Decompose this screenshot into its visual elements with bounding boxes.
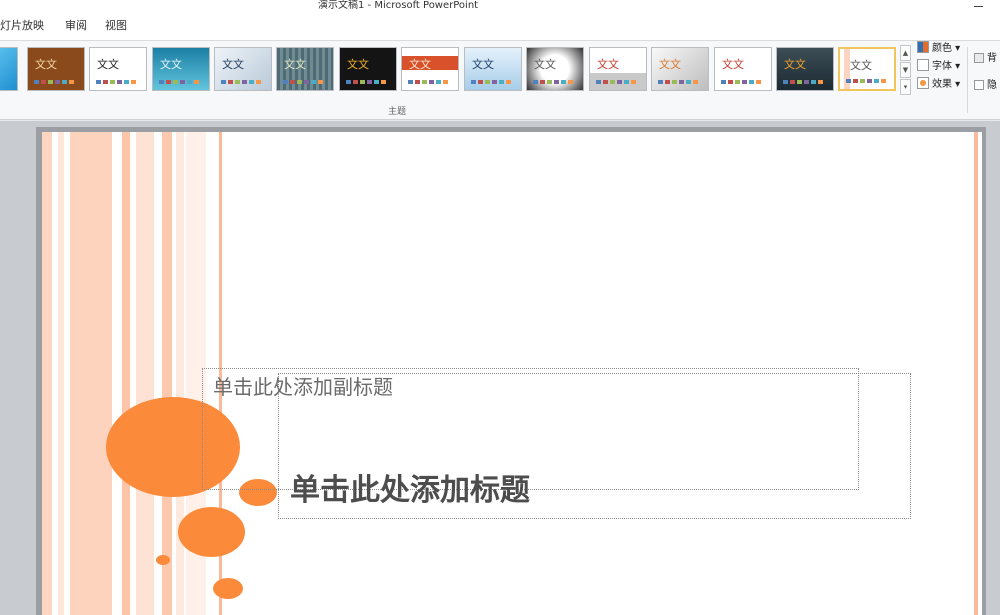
ribbon-tab-bar: 灯片放映 审阅 视图 [0, 14, 1000, 40]
theme-thumbnail[interactable]: 文文 [152, 47, 210, 91]
ribbon: 文文 文文 文文 文文 文文 文文 文文 文文 文文 文文 文文 文文 文文 文… [0, 40, 1000, 120]
theme-thumbnail[interactable]: 文文 [27, 47, 85, 91]
color-swatches [283, 80, 323, 84]
theme-thumbnail[interactable]: 文文 [214, 47, 272, 91]
theme-effects-button[interactable]: 效果 ▾ [917, 77, 960, 93]
title-placeholder[interactable]: 单击此处添加标题 [290, 473, 530, 509]
title-bar: 演示文稿1 - Microsoft PowerPoint [0, 0, 1000, 14]
themes-group-label: 主题 [388, 107, 407, 117]
color-swatches [471, 80, 511, 84]
slide-canvas[interactable]: 单击此处添加副标题 单击此处添加标题 [42, 132, 982, 615]
theme-thumbnail[interactable]: 文文 [339, 47, 397, 91]
color-swatches [783, 80, 823, 84]
gallery-down-arrow-icon[interactable]: ▼ [900, 62, 911, 78]
background-icon [974, 53, 984, 63]
theme-thumbnail[interactable]: 文文 [464, 47, 522, 91]
decorative-stripe [42, 132, 52, 615]
gallery-up-arrow-icon[interactable]: ▲ [900, 45, 911, 61]
theme-fonts-button[interactable]: 字体 ▾ [917, 59, 960, 75]
theme-thumbnail[interactable]: 文文 [526, 47, 584, 91]
tab-slideshow[interactable]: 灯片放映 [0, 19, 44, 33]
color-swatches [96, 80, 136, 84]
color-swatches [721, 80, 761, 84]
theme-thumbnail[interactable]: 文文 [714, 47, 772, 91]
decorative-stripe [974, 132, 978, 615]
color-swatches [658, 80, 698, 84]
color-swatches [596, 80, 636, 84]
background-styles-button[interactable]: 背 [974, 51, 997, 67]
minimize-button[interactable] [972, 0, 986, 12]
checkbox-icon [974, 80, 984, 90]
color-swatches [34, 80, 74, 84]
theme-thumbnail[interactable]: 文文 [651, 47, 709, 91]
color-swatches [533, 80, 573, 84]
theme-thumbnail[interactable] [0, 47, 18, 91]
theme-thumbnail[interactable]: 文文 [276, 47, 334, 91]
gallery-more-icon[interactable]: ▾ [900, 79, 911, 95]
theme-colors-button[interactable]: 颜色 ▾ [917, 41, 960, 57]
gallery-scroll: ▲ ▼ ▾ [900, 45, 911, 97]
window-title: 演示文稿1 - Microsoft PowerPoint [318, 0, 479, 11]
decorative-circle [156, 555, 170, 565]
title-text-area[interactable]: 单击此处添加标题 [278, 373, 911, 519]
group-separator [967, 47, 968, 113]
color-swatches [408, 80, 448, 84]
powerpoint-window: 演示文稿1 - Microsoft PowerPoint 灯片放映 审阅 视图 … [0, 0, 1000, 615]
decorative-stripe [136, 132, 154, 615]
decorative-stripe [58, 132, 64, 615]
hide-background-checkbox[interactable]: 隐 [974, 78, 997, 94]
tab-review[interactable]: 审阅 [65, 19, 87, 33]
tab-view[interactable]: 视图 [105, 19, 127, 33]
decorative-circle [178, 507, 245, 557]
theme-thumbnail[interactable]: 文文 [589, 47, 647, 91]
theme-thumbnail-selected[interactable]: 文文 [838, 47, 896, 91]
theme-thumbnail[interactable]: 文文 [401, 47, 459, 91]
color-swatches [221, 80, 261, 84]
decorative-stripe [70, 132, 112, 615]
colors-icon [917, 41, 929, 53]
fonts-icon [917, 59, 929, 71]
color-swatches [846, 79, 886, 83]
decorative-stripe [122, 132, 130, 615]
theme-thumbnail[interactable]: 文文 [89, 47, 147, 91]
decorative-circle [213, 578, 243, 599]
decorative-stripe [162, 132, 172, 615]
theme-thumbnail[interactable]: 文文 [776, 47, 834, 91]
color-swatches [159, 80, 199, 84]
color-swatches [346, 80, 386, 84]
effects-icon [917, 77, 929, 89]
